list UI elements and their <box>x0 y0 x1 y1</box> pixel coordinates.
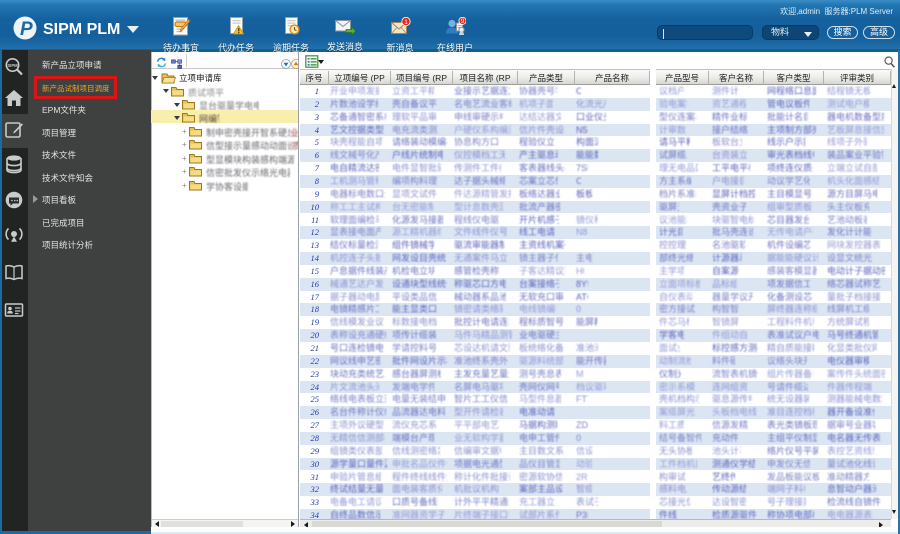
svg-text:SIPM: SIPM <box>7 63 18 68</box>
svg-text:9: 9 <box>461 18 465 25</box>
svg-text:P: P <box>20 19 33 40</box>
svg-text:1: 1 <box>404 19 408 26</box>
